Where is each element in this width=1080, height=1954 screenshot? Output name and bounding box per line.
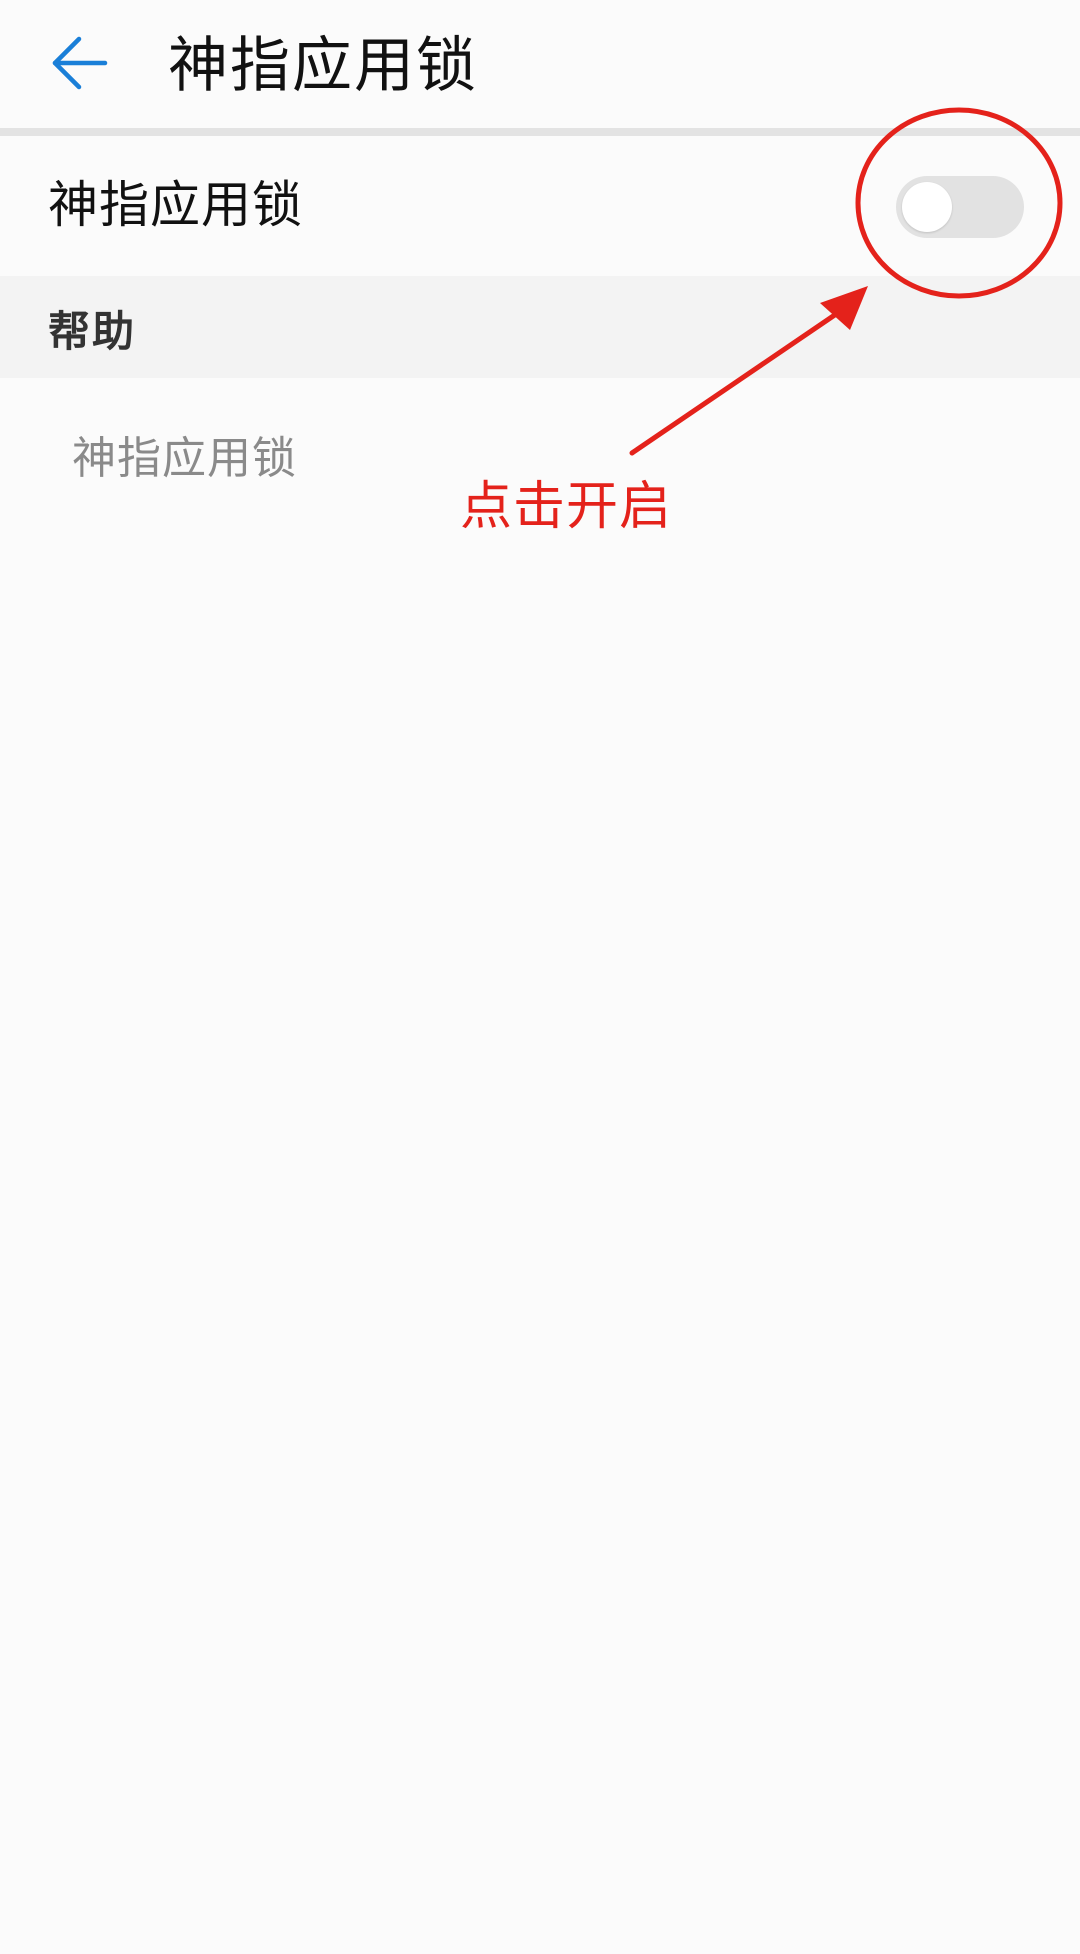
screen: 神指应用锁 神指应用锁 帮助 神指应用锁 点击开启 [0, 0, 1080, 1954]
setting-row-app-lock: 神指应用锁 [0, 136, 1080, 276]
arrow-left-icon [52, 36, 108, 90]
help-section-header: 帮助 [0, 276, 1080, 378]
annotation-text: 点击开启 [460, 477, 673, 537]
header-divider [0, 128, 1080, 136]
help-item-label: 神指应用锁 [72, 433, 297, 484]
help-section-title: 帮助 [48, 307, 137, 356]
setting-label: 神指应用锁 [48, 176, 303, 234]
page-title: 神指应用锁 [168, 31, 478, 101]
toggle-knob [902, 182, 952, 232]
app-bar: 神指应用锁 [0, 0, 1080, 128]
app-lock-toggle[interactable] [896, 176, 1024, 238]
back-button[interactable] [44, 28, 114, 98]
